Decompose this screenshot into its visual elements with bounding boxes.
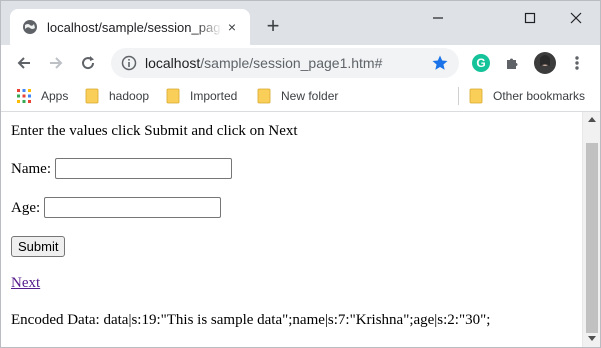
browser-tab[interactable]: localhost/sample/session_page1.htm# × [10,9,250,45]
vertical-scrollbar[interactable] [582,112,600,347]
apps-grid-icon [17,89,31,103]
extensions-button[interactable] [501,51,525,75]
next-row: Next [11,275,40,292]
bookmark-hadoop[interactable]: hadoop [85,86,149,106]
address-bar[interactable]: localhost/sample/session_page1.htm# [111,48,459,78]
close-icon [570,12,582,24]
info-icon[interactable] [121,55,137,71]
submit-button[interactable]: Submit [11,236,66,257]
submit-row: Submit [11,236,66,257]
tab-strip: localhost/sample/session_page1.htm# × + [1,1,600,45]
instructions-text: Enter the values click Submit and click … [11,123,298,139]
close-window-button[interactable] [553,5,599,31]
url-path: /sample/session_page1.htm# [200,55,383,71]
bookmark-other-bookmarks[interactable]: Other bookmarks [469,86,585,106]
folder-icon [166,88,180,104]
reload-icon [82,56,95,70]
minimize-icon [433,17,443,19]
grammarly-extension-button[interactable]: G [469,51,493,75]
minimize-button[interactable] [415,5,461,31]
name-row: Name: [11,158,232,179]
profile-avatar [534,52,556,74]
maximize-button[interactable] [507,5,553,31]
name-label: Name: [11,161,51,177]
scroll-down-arrow-icon[interactable] [588,336,596,341]
more-vert-icon [575,56,579,70]
bookmark-label: Imported [190,89,238,103]
bookmarks-bar: Apps hadoop Imported New folder Other bo… [1,81,600,112]
bookmark-apps[interactable]: Apps [17,86,68,106]
bookmark-imported[interactable]: Imported [166,86,237,106]
folder-icon [469,88,483,104]
bookmark-label: New folder [281,89,339,103]
tab-close-icon[interactable]: × [224,19,240,35]
scrollbar-thumb[interactable] [586,143,598,333]
age-row: Age: [11,197,221,218]
browser-toolbar: localhost/sample/session_page1.htm# G [1,45,600,81]
encoded-data-text: Encoded Data: data|s:19:"This is sample … [11,312,491,328]
name-input[interactable] [54,158,232,179]
profile-button[interactable] [533,51,557,75]
page-content: Enter the values click Submit and click … [1,112,582,347]
tab-title: localhost/sample/session_page1.htm# [47,19,222,35]
bookmarks-divider [458,87,459,105]
forward-arrow-icon [50,57,63,69]
bookmark-label: Other bookmarks [493,89,586,103]
forward-button[interactable] [44,51,68,75]
menu-button[interactable] [565,51,589,75]
new-tab-button[interactable]: + [261,15,285,39]
maximize-icon [524,12,536,24]
globe-icon [23,20,37,34]
back-button[interactable] [12,51,36,75]
url-host: localhost [145,55,201,71]
age-input[interactable] [43,197,221,218]
grammarly-icon: G [472,54,490,72]
url-text[interactable]: localhost/sample/session_page1.htm# [145,55,382,71]
browser-window: localhost/sample/session_page1.htm# × + [0,0,601,348]
age-label: Age: [11,200,41,216]
back-arrow-icon [17,57,30,69]
puzzle-icon [507,58,518,69]
folder-icon [257,88,271,104]
svg-text:G: G [476,56,485,70]
next-link[interactable]: Next [11,275,40,291]
bookmark-star-icon[interactable] [431,54,449,72]
folder-icon [85,88,99,104]
reload-button[interactable] [76,51,100,75]
bookmark-label: Apps [41,89,69,103]
bookmark-new-folder[interactable]: New folder [257,86,338,106]
scroll-up-arrow-icon[interactable] [588,117,596,122]
bookmark-label: hadoop [109,89,150,103]
